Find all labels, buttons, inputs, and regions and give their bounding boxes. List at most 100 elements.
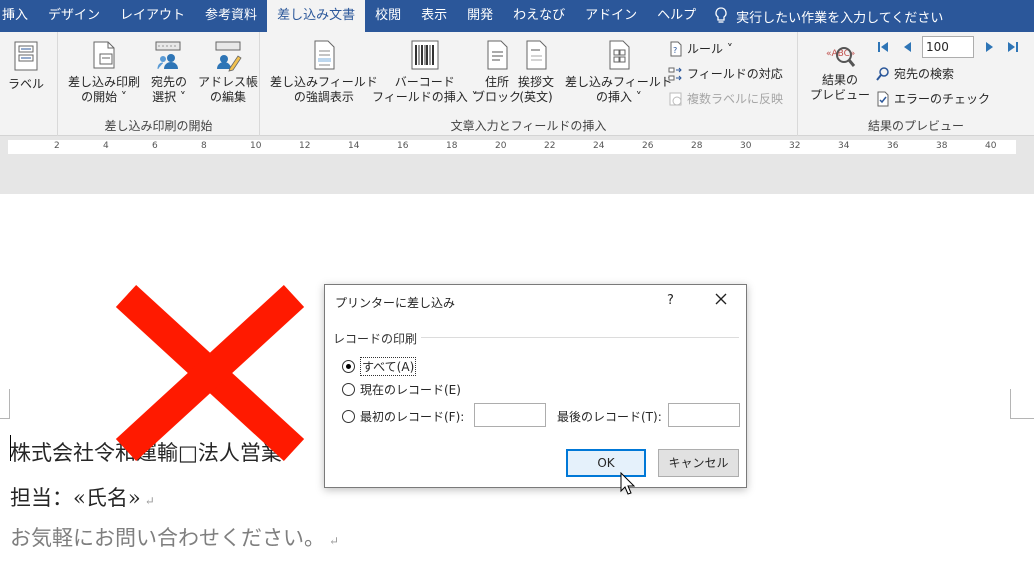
start-merge-line1: 差し込み印刷 [68,75,141,89]
radio-current-dot [342,383,355,396]
paragraph-mark: ↵ [144,494,155,508]
rules-label: ルール ˅ [687,42,733,56]
cancel-button[interactable]: キャンセル [658,449,739,477]
ruler-number: 10 [250,141,262,151]
check-errors-label: エラーのチェック [894,92,991,106]
address-block-button[interactable]: 住所 ブロック [473,38,521,105]
highlight-line2: の強調表示 [293,90,354,104]
group-preview-label: 結果のプレビュー [867,119,964,133]
first-record-input[interactable] [474,403,546,427]
greeting-line-button[interactable]: 挨拶文 (英文) [518,38,554,105]
find-recipient-label: 宛先の検索 [894,67,955,81]
check-errors-icon [877,91,889,106]
doc-line-contact-text: 担当：«氏名» [10,486,141,510]
update-labels-button[interactable]: 複数ラベルに反映 [668,90,783,107]
labels-icon [14,41,38,71]
ruler-number: 24 [593,141,605,151]
group-start-label: 差し込み印刷の開始 [104,119,213,133]
barcode-line2: フィールドの挿入 ˅ [372,90,478,104]
address-line1: 住所 [485,75,510,89]
ruler-number: 30 [740,141,752,151]
help-button[interactable]: ? [667,293,674,308]
radio-range[interactable]: 最初のレコード(F): [342,408,464,425]
ruler-number: 32 [789,141,801,151]
crop-mark-left [0,389,10,419]
labels-label: ラベル [8,77,45,91]
horizontal-ruler[interactable]: 2 4 6 8 10 12 14 16 18 20 22 24 26 28 30 32 34 36 38 40 [0,137,1034,157]
ruler-number: 28 [691,141,703,151]
tab-view[interactable]: 表示 [411,0,457,32]
highlight-fields-button[interactable]: 差し込みフィールド の強調表示 [270,38,378,105]
group-write-label: 文章入力とフィールドの挿入 [450,119,607,133]
svg-text:?: ? [673,46,677,55]
doc-line-inquiry[interactable]: お気軽にお問い合わせください。 ↵ [10,522,339,552]
tab-review[interactable]: 校閲 [365,0,411,32]
edit-list-line2: の編集 [210,90,247,104]
tab-design[interactable]: デザイン [38,0,110,32]
first-record-icon[interactable] [876,40,890,54]
doc-line-inquiry-text: お気軽にお問い合わせください。 [10,526,325,550]
highlight-line1: 差し込みフィールド [270,75,378,89]
start-merge-icon [93,41,115,69]
labels-button[interactable]: ラベル [8,40,44,92]
tab-waenavi[interactable]: わえなび [503,0,575,32]
tab-addins[interactable]: アドイン [575,0,647,32]
close-icon[interactable] [713,291,729,307]
ruler-number: 38 [936,141,948,151]
edit-list-line1: アドレス帳 [198,75,259,89]
insert-barcode-button[interactable]: バーコード フィールドの挿入 ˅ [372,38,478,105]
lightbulb-icon [715,7,727,23]
tab-layout[interactable]: レイアウト [110,0,195,32]
update-labels-label: 複数ラベルに反映 [687,92,784,106]
last-record-input[interactable] [668,403,740,427]
match-fields-button[interactable]: フィールドの対応 [668,65,783,82]
insert-field-line2: の挿入 ˅ [595,90,642,104]
start-merge-button[interactable]: 差し込み印刷 の開始 ˅ [68,38,140,105]
tab-help[interactable]: ヘルプ [647,0,706,32]
preview-icon: «ABC» [826,47,855,67]
radio-all-dot [342,360,355,373]
tab-insert[interactable]: 挿入 [0,0,38,32]
page-gap [0,157,1034,194]
match-fields-icon [668,67,682,80]
greeting-line1: 挨拶文 [518,75,555,89]
edit-list-icon [215,41,242,72]
radio-current[interactable]: 現在のレコード(E) [342,381,461,398]
ribbon-body: ラベル 差し込み印刷 の開始 ˅ 宛先の 選択 ˅ アドレス帳 の編集 差し込み… [0,32,1034,136]
ruler-number: 20 [495,141,507,151]
last-record-label: 最後のレコード(T): [557,410,662,424]
select-recipients-button[interactable]: 宛先の 選択 ˅ [151,38,187,105]
ruler-number: 2 [54,141,60,151]
radio-all[interactable]: すべて(A) [342,357,417,376]
ruler-number: 6 [152,141,158,151]
select-recipients-line1: 宛先の [151,75,188,89]
doc-line-contact[interactable]: 担当：«氏名» ↵ [10,482,155,512]
tab-references[interactable]: 参考資料 [195,0,267,32]
preview-results-button[interactable]: «ABC» 結果の プレビュー [810,42,870,103]
ruler-strip [8,140,1016,154]
ruler-number: 36 [887,141,899,151]
mouse-cursor-icon [620,472,636,495]
tab-mailings[interactable]: 差し込み文書 [267,0,366,32]
rules-icon: ? [670,41,682,56]
ruler-number: 16 [397,141,409,151]
ruler-number: 26 [642,141,654,151]
last-record-icon[interactable] [1006,40,1020,54]
radio-range-dot [342,410,355,423]
highlight-fields-icon [314,40,335,70]
tab-developer[interactable]: 開発 [457,0,503,32]
edit-recipient-list-button[interactable]: アドレス帳 の編集 [198,38,258,105]
find-recipient-button[interactable]: 宛先の検索 [875,65,954,82]
group-write-insert: 差し込みフィールド の強調表示 バーコード フィールドの挿入 ˅ 住所 ブロック… [260,32,798,136]
ruler-number: 22 [544,141,556,151]
next-record-icon[interactable] [983,40,997,54]
radio-range-label: 最初のレコード(F): [360,410,465,424]
greeting-icon [526,40,547,70]
record-number-input[interactable]: 100 [922,36,974,58]
check-errors-button[interactable]: エラーのチェック [875,90,990,107]
rules-button[interactable]: ? ルール ˅ [668,40,733,57]
tell-me-box[interactable]: 実行したい作業を入力してください [714,7,943,26]
prev-record-icon[interactable] [900,40,914,54]
insert-merge-field-button[interactable]: 差し込みフィールド の挿入 ˅ [565,38,673,105]
ruler-number: 34 [838,141,850,151]
